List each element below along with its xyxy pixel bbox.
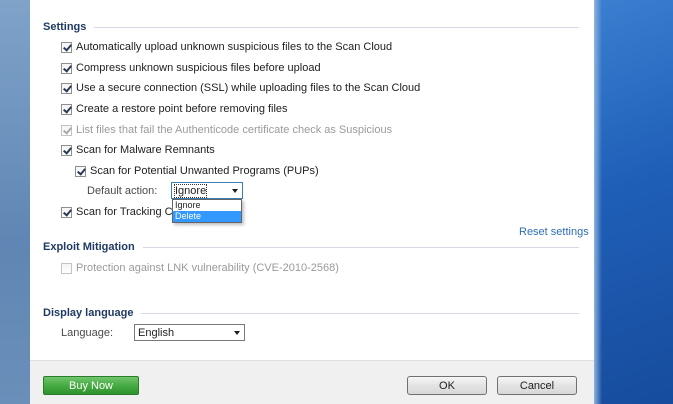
ssl-checkbox[interactable] [61,82,72,94]
section-divider [142,246,579,248]
chevron-down-icon [232,189,238,193]
restore-point-checkbox[interactable] [61,103,72,115]
exploit-section-header: Exploit Mitigation [43,240,579,254]
language-label: Language: [61,327,113,339]
exploit-section-title: Exploit Mitigation [43,241,135,253]
section-divider [94,26,579,28]
settings-panel: Settings Automatically upload unknown su… [30,0,594,360]
reset-settings-link[interactable]: Reset settings [519,226,589,238]
restore-point-label: Create a restore point before removing f… [76,103,288,115]
authenticode-checkbox [61,124,72,136]
display-language-section-header: Display language [43,306,579,320]
language-select[interactable]: English [134,324,245,341]
section-divider [141,312,579,314]
malware-remnants-label: Scan for Malware Remnants [76,144,215,156]
desktop-background-left [0,0,30,404]
lnk-protection-label: Protection against LNK vulnerability (CV… [76,262,339,274]
compress-label: Compress unknown suspicious files before… [76,62,321,74]
option-pups[interactable]: Scan for Potential Unwanted Programs (PU… [75,164,319,178]
chevron-down-icon [234,331,240,335]
ok-button[interactable]: OK [407,376,487,395]
tracking-cookies-checkbox[interactable] [61,206,72,218]
default-action-label: Default action: [87,185,158,197]
auto-upload-label: Automatically upload unknown suspicious … [76,41,393,53]
option-tracking-cookies[interactable]: Scan for Tracking Cook [61,205,190,219]
default-action-value: Ignore [173,183,208,198]
display-language-section-title: Display language [43,307,134,319]
malware-remnants-checkbox[interactable] [61,144,72,156]
desktop-background-right [594,0,673,404]
auto-upload-checkbox[interactable] [61,41,72,53]
default-action-select[interactable]: Ignore [171,182,243,199]
language-value: English [138,326,175,339]
option-lnk-protection: Protection against LNK vulnerability (CV… [61,261,339,275]
dropdown-option-ignore[interactable]: Ignore [173,200,241,211]
cancel-button[interactable]: Cancel [497,376,577,395]
option-auto-upload[interactable]: Automatically upload unknown suspicious … [61,40,392,54]
option-malware-remnants[interactable]: Scan for Malware Remnants [61,143,215,157]
pups-label: Scan for Potential Unwanted Programs (PU… [90,165,319,177]
ssl-label: Use a secure connection (SSL) while uplo… [76,82,421,94]
settings-section-header: Settings [43,20,579,34]
option-authenticode: List files that fail the Authenticode ce… [61,123,392,137]
lnk-protection-checkbox [61,262,72,274]
settings-window: Settings Automatically upload unknown su… [30,0,594,404]
dialog-footer: Buy Now OK Cancel [30,360,594,404]
option-compress[interactable]: Compress unknown suspicious files before… [61,61,321,75]
buy-now-button[interactable]: Buy Now [43,376,139,395]
option-restore-point[interactable]: Create a restore point before removing f… [61,102,288,116]
compress-checkbox[interactable] [61,62,72,74]
default-action-dropdown: Ignore Delete [172,199,242,223]
authenticode-label: List files that fail the Authenticode ce… [76,124,393,136]
settings-section-title: Settings [43,21,87,33]
dropdown-option-delete[interactable]: Delete [173,211,241,222]
pups-checkbox[interactable] [75,165,86,177]
option-ssl[interactable]: Use a secure connection (SSL) while uplo… [61,81,420,95]
